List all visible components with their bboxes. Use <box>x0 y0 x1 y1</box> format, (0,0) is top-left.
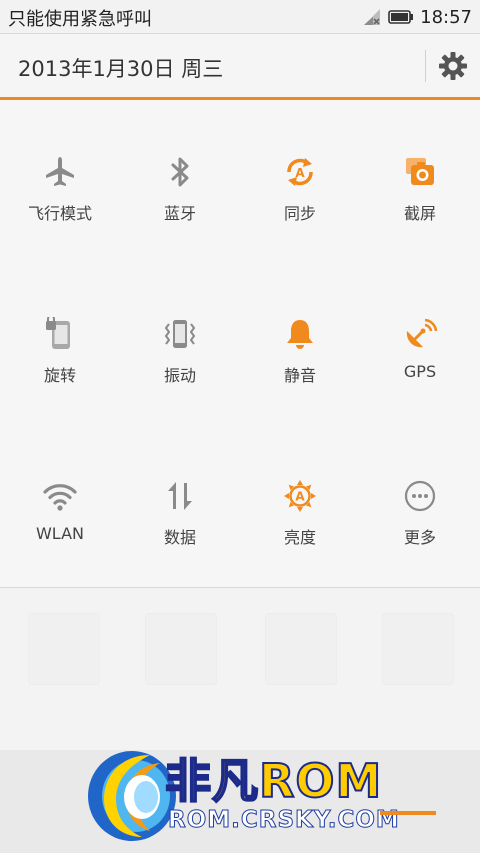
bluetooth-icon <box>171 157 189 187</box>
faded-app-icon <box>265 613 337 685</box>
toggle-label: 更多 <box>403 528 436 547</box>
toggle-label: 旋转 <box>43 366 76 385</box>
status-indicators: 18:57 <box>362 5 472 29</box>
rotate-lock-icon <box>46 317 70 349</box>
date-label: 2013年1月30日 周三 <box>18 57 224 81</box>
toggle-label: 同步 <box>283 204 316 223</box>
toggle-bluetooth[interactable]: 蓝牙 <box>120 154 240 274</box>
svg-text:A: A <box>295 490 305 504</box>
bell-icon <box>287 320 313 349</box>
status-notice: 只能使用紧急呼叫 <box>8 9 152 30</box>
toggle-label: GPS <box>403 362 437 381</box>
vibrate-icon <box>164 320 196 348</box>
toggle-label: 振动 <box>163 366 196 385</box>
screenshot-icon <box>406 158 434 185</box>
toggle-label: 数据 <box>163 528 196 547</box>
header-divider <box>425 50 426 82</box>
toggle-more[interactable]: 更多 <box>360 478 480 598</box>
faded-app-icon <box>145 613 217 685</box>
toggle-mobile-data[interactable]: 数据 <box>120 478 240 598</box>
more-icon <box>404 480 436 512</box>
gps-icon <box>406 318 437 348</box>
toggle-screenshot[interactable]: 截屏 <box>360 154 480 274</box>
toggle-airplane-mode[interactable]: 飞行模式 <box>0 154 120 274</box>
toggle-label: WLAN <box>35 524 84 543</box>
toggle-sync[interactable]: A 同步 <box>240 154 360 274</box>
signal-icon <box>364 9 381 25</box>
toggle-vibrate[interactable]: 振动 <box>120 316 240 436</box>
toggle-gps[interactable]: GPS <box>360 316 480 436</box>
watermark-underline <box>380 811 436 815</box>
toggle-rotation[interactable]: 旋转 <box>0 316 120 436</box>
gear-icon[interactable] <box>437 50 469 82</box>
watermark-title: 非凡ROM <box>164 753 383 809</box>
watermark-subtitle: ROM.CRSKY.COM <box>168 807 400 834</box>
status-bar: 只能使用紧急呼叫 18:57 <box>0 0 480 34</box>
sync-icon: A <box>287 158 313 186</box>
status-clock: 18:57 <box>420 6 472 28</box>
quick-toggles-panel: 飞行模式 蓝牙 A 同步 截屏 旋转 振动 静音 GPS WLAN 数据 A 亮… <box>0 100 480 587</box>
wifi-icon <box>43 484 77 511</box>
battery-icon <box>388 10 414 24</box>
toggle-silent[interactable]: 静音 <box>240 316 360 436</box>
toggle-label: 截屏 <box>403 204 436 223</box>
toggle-label: 蓝牙 <box>163 204 196 223</box>
toggle-brightness[interactable]: A 亮度 <box>240 478 360 598</box>
airplane-icon <box>46 157 74 186</box>
toggle-label: 静音 <box>283 366 316 385</box>
svg-text:A: A <box>295 166 305 180</box>
toggle-wlan[interactable]: WLAN <box>0 478 120 598</box>
brightness-icon: A <box>284 480 316 512</box>
faded-app-icon <box>28 613 100 685</box>
watermark-logo: 非凡ROM ROM.CRSKY.COM <box>80 745 450 845</box>
toggle-label: 亮度 <box>283 528 316 547</box>
toggle-label: 飞行模式 <box>27 204 92 223</box>
notification-header: 2013年1月30日 周三 <box>0 34 480 98</box>
data-icon <box>168 482 192 510</box>
faded-app-icon <box>382 613 454 685</box>
